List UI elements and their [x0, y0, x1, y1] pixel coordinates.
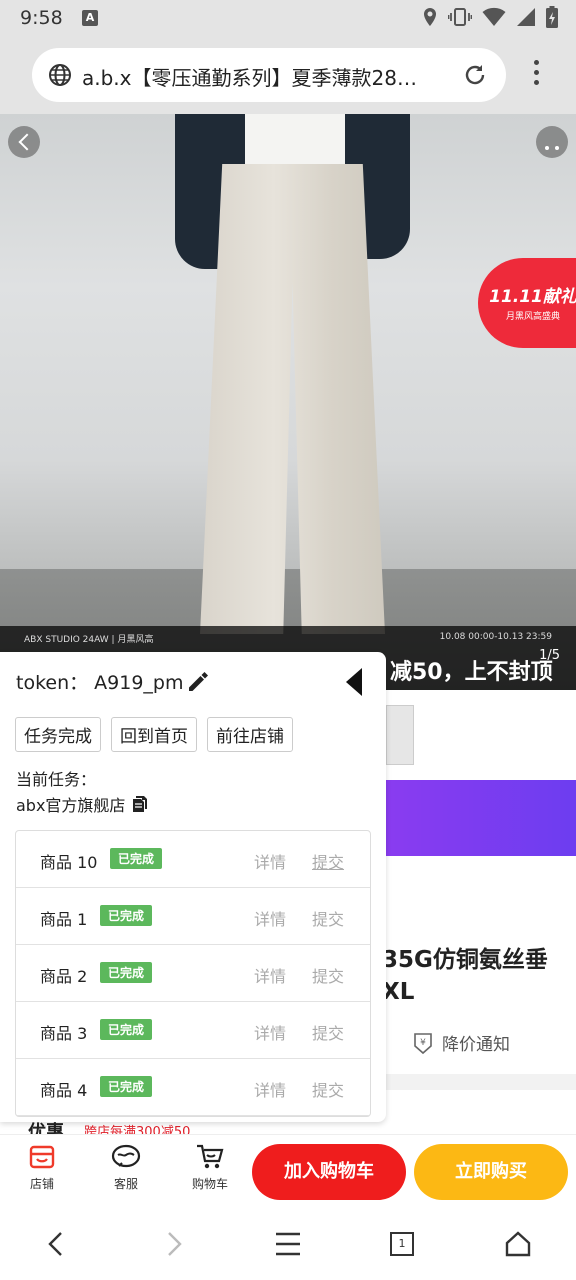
token-row: token： A919_pm: [16, 672, 184, 694]
status-badge: 已完成: [100, 905, 153, 926]
status-bar: 9:58 A: [0, 0, 576, 36]
token-value: A919_pm: [94, 672, 184, 694]
detail-link[interactable]: 详情: [254, 849, 286, 873]
back-icon[interactable]: [8, 126, 40, 158]
product-task-list: 商品 10 已完成 详情 提交 商品 1 已完成 详情 提交 商品 2 已完成 …: [15, 830, 371, 1117]
submit-link[interactable]: 提交: [312, 849, 344, 873]
nav-home-icon[interactable]: [504, 1230, 532, 1258]
vibrate-icon: [448, 8, 472, 26]
task-panel: token： A919_pm 任务完成 回到首页 前往店铺 当前任务： abx官方…: [0, 652, 386, 1122]
edit-pencil-icon[interactable]: [186, 670, 210, 694]
more-icon[interactable]: [536, 126, 568, 158]
status-badge: 已完成: [100, 1076, 153, 1097]
cart-button[interactable]: 购物车: [180, 1143, 240, 1192]
promo-banner[interactable]: [386, 780, 576, 856]
notification-a-icon: A: [82, 10, 98, 26]
go-to-shop-button[interactable]: 前往店铺: [207, 717, 293, 752]
nav-menu-icon[interactable]: [274, 1230, 302, 1258]
action-bar: 店铺 客服 购物车 加入购物车 立即购买: [0, 1134, 576, 1210]
url-text[interactable]: a.b.x【零压通勤系列】夏季薄款28…: [82, 62, 462, 91]
detail-link[interactable]: 详情: [254, 1020, 286, 1044]
location-icon: [424, 8, 436, 26]
shop-icon: [29, 1145, 55, 1169]
status-time: 9:58: [20, 7, 63, 29]
product-title: 35G仿铜氨丝垂 XL: [382, 947, 548, 1005]
sku-thumbnail[interactable]: [386, 705, 414, 765]
current-shop: abx官方旗舰店: [16, 792, 149, 816]
reload-icon[interactable]: [462, 62, 488, 88]
chat-face-icon: [111, 1144, 141, 1168]
globe-icon: [49, 64, 71, 86]
collapse-panel-icon[interactable]: [346, 668, 362, 696]
detail-link[interactable]: 详情: [254, 963, 286, 987]
price-notify-button[interactable]: ¥ 降价通知: [412, 1030, 510, 1055]
submit-link[interactable]: 提交: [312, 906, 344, 930]
service-button[interactable]: 客服: [96, 1143, 156, 1192]
detail-link[interactable]: 详情: [254, 906, 286, 930]
product-image[interactable]: 11.11献礼 月黑风高盛典 ABX STUDIO 24AW | 月黑风高 10…: [0, 114, 576, 690]
list-item: 商品 1 已完成 详情 提交: [16, 888, 370, 945]
tabs-icon[interactable]: 1: [390, 1232, 414, 1256]
nav-back-icon[interactable]: [44, 1230, 68, 1258]
list-item: 商品 4 已完成 详情 提交: [16, 1059, 370, 1116]
back-home-button[interactable]: 回到首页: [111, 717, 197, 752]
wifi-icon: [482, 7, 506, 26]
address-bar[interactable]: a.b.x【零压通勤系列】夏季薄款28…: [32, 48, 506, 102]
submit-link[interactable]: 提交: [312, 1077, 344, 1101]
shop-button[interactable]: 店铺: [12, 1143, 72, 1192]
panel-buttons: 任务完成 回到首页 前往店铺: [15, 717, 293, 752]
battery-icon: [546, 6, 558, 28]
signal-icon: [517, 8, 535, 26]
page-indicator: 1/5: [539, 648, 560, 663]
browser-nav-bar: 1: [0, 1210, 576, 1280]
copy-icon[interactable]: [131, 795, 149, 813]
browser-menu-icon[interactable]: [528, 60, 544, 90]
promo-badge[interactable]: 11.11献礼 月黑风高盛典: [478, 258, 576, 348]
detail-link[interactable]: 详情: [254, 1077, 286, 1101]
submit-link[interactable]: 提交: [312, 1020, 344, 1044]
status-icons: [422, 6, 558, 28]
status-badge: 已完成: [100, 1019, 153, 1040]
browser-toolbar: a.b.x【零压通勤系列】夏季薄款28…: [0, 36, 576, 114]
buy-now-button[interactable]: 立即购买: [414, 1144, 568, 1200]
price-tag-icon: ¥: [414, 1032, 432, 1054]
add-to-cart-button[interactable]: 加入购物车: [252, 1144, 406, 1200]
svg-text:¥: ¥: [420, 1038, 426, 1048]
cart-icon: [197, 1144, 224, 1169]
list-item: 商品 10 已完成 详情 提交: [16, 831, 370, 888]
task-complete-button[interactable]: 任务完成: [15, 717, 101, 752]
list-item: 商品 3 已完成 详情 提交: [16, 1002, 370, 1059]
submit-link[interactable]: 提交: [312, 963, 344, 987]
list-item: 商品 2 已完成 详情 提交: [16, 945, 370, 1002]
nav-forward-icon[interactable]: [162, 1230, 186, 1258]
current-task-label: 当前任务：: [16, 770, 97, 789]
status-badge: 已完成: [100, 962, 153, 983]
status-badge: 已完成: [110, 848, 163, 869]
